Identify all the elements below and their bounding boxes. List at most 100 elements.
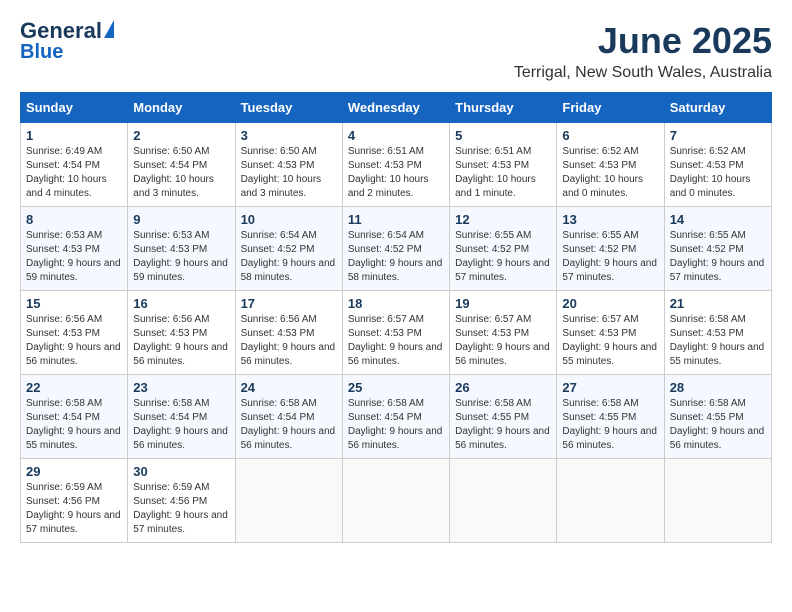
calendar-day-cell: 5 Sunrise: 6:51 AMSunset: 4:53 PMDaylight… xyxy=(450,123,557,207)
header-thursday: Thursday xyxy=(450,93,557,123)
calendar-day-cell: 2 Sunrise: 6:50 AMSunset: 4:54 PMDaylight… xyxy=(128,123,235,207)
calendar-day-cell: 25 Sunrise: 6:58 AMSunset: 4:54 PMDayligh… xyxy=(342,375,449,459)
day-number: 3 xyxy=(241,128,337,143)
day-info: Sunrise: 6:57 AMSunset: 4:53 PMDaylight:… xyxy=(348,313,444,369)
day-info: Sunrise: 6:53 AMSunset: 4:53 PMDaylight:… xyxy=(26,229,122,285)
day-info: Sunrise: 6:58 AMSunset: 4:54 PMDaylight:… xyxy=(241,397,337,453)
day-number: 19 xyxy=(455,296,551,311)
day-number: 21 xyxy=(670,296,766,311)
day-info: Sunrise: 6:59 AMSunset: 4:56 PMDaylight:… xyxy=(26,481,122,537)
day-number: 13 xyxy=(562,212,658,227)
logo-text: General xyxy=(20,20,114,42)
location-title: Terrigal, New South Wales, Australia xyxy=(514,64,772,82)
calendar-day-cell: 23 Sunrise: 6:58 AMSunset: 4:54 PMDayligh… xyxy=(128,375,235,459)
day-number: 23 xyxy=(133,380,229,395)
day-number: 26 xyxy=(455,380,551,395)
day-number: 15 xyxy=(26,296,122,311)
day-number: 4 xyxy=(348,128,444,143)
calendar-day-cell: 15Sunrise: 6:56 AMSunset: 4:53 PMDayligh… xyxy=(21,291,128,375)
day-info: Sunrise: 6:58 AMSunset: 4:55 PMDaylight:… xyxy=(562,397,658,453)
day-number: 22 xyxy=(26,380,122,395)
calendar-day-cell: 27 Sunrise: 6:58 AMSunset: 4:55 PMDayligh… xyxy=(557,375,664,459)
day-number: 18 xyxy=(348,296,444,311)
day-number: 27 xyxy=(562,380,658,395)
day-number: 29 xyxy=(26,464,122,479)
day-info: Sunrise: 6:58 AMSunset: 4:54 PMDaylight:… xyxy=(348,397,444,453)
day-info: Sunrise: 6:58 AMSunset: 4:55 PMDaylight:… xyxy=(670,397,766,453)
day-info: Sunrise: 6:55 AMSunset: 4:52 PMDaylight:… xyxy=(562,229,658,285)
title-area: June 2025 Terrigal, New South Wales, Aus… xyxy=(514,20,772,82)
calendar-day-cell: 6 Sunrise: 6:52 AMSunset: 4:53 PMDaylight… xyxy=(557,123,664,207)
calendar-day-cell: 4 Sunrise: 6:51 AMSunset: 4:53 PMDaylight… xyxy=(342,123,449,207)
day-number: 2 xyxy=(133,128,229,143)
day-number: 5 xyxy=(455,128,551,143)
calendar-day-cell xyxy=(342,459,449,543)
day-info: Sunrise: 6:54 AMSunset: 4:52 PMDaylight:… xyxy=(241,229,337,285)
day-number: 7 xyxy=(670,128,766,143)
day-number: 1 xyxy=(26,128,122,143)
calendar-day-cell: 16 Sunrise: 6:56 AMSunset: 4:53 PMDayligh… xyxy=(128,291,235,375)
day-info: Sunrise: 6:52 AMSunset: 4:53 PMDaylight:… xyxy=(562,145,658,201)
calendar-day-cell xyxy=(664,459,771,543)
day-number: 9 xyxy=(133,212,229,227)
calendar-table: Sunday Monday Tuesday Wednesday Thursday… xyxy=(20,92,772,543)
day-number: 6 xyxy=(562,128,658,143)
calendar-day-cell: 26 Sunrise: 6:58 AMSunset: 4:55 PMDayligh… xyxy=(450,375,557,459)
day-number: 8 xyxy=(26,212,122,227)
calendar-day-cell: 29 Sunrise: 6:59 AMSunset: 4:56 PMDayligh… xyxy=(21,459,128,543)
calendar-week-row: 15 Sunrise: 6:56 AMSunset: 4:53 PMDayligh… xyxy=(21,291,772,375)
calendar-day-cell xyxy=(450,459,557,543)
calendar-day-cell: 3Sunrise: 6:50 AMSunset: 4:53 PMDaylight… xyxy=(235,123,342,207)
calendar-day-cell: 19Sunrise: 6:57 AMSunset: 4:53 PMDayligh… xyxy=(450,291,557,375)
header-tuesday: Tuesday xyxy=(235,93,342,123)
header-saturday: Saturday xyxy=(664,93,771,123)
day-number: 17 xyxy=(241,296,337,311)
calendar-day-cell: 13 Sunrise: 6:55 AMSunset: 4:52 PMDayligh… xyxy=(557,207,664,291)
day-info: Sunrise: 6:50 AMSunset: 4:54 PMDaylight:… xyxy=(133,145,229,201)
calendar-week-row: 29 Sunrise: 6:59 AMSunset: 4:56 PMDayligh… xyxy=(21,459,772,543)
calendar-body: 1Sunrise: 6:49 AMSunset: 4:54 PMDaylight… xyxy=(21,123,772,543)
day-info: Sunrise: 6:54 AMSunset: 4:52 PMDaylight:… xyxy=(348,229,444,285)
day-info: Sunrise: 6:59 AMSunset: 4:56 PMDaylight:… xyxy=(133,481,229,537)
calendar-day-cell: 10Sunrise: 6:54 AMSunset: 4:52 PMDayligh… xyxy=(235,207,342,291)
calendar-day-cell xyxy=(235,459,342,543)
day-number: 24 xyxy=(241,380,337,395)
day-number: 14 xyxy=(670,212,766,227)
day-info: Sunrise: 6:57 AMSunset: 4:53 PMDaylight:… xyxy=(562,313,658,369)
calendar-day-cell: 14 Sunrise: 6:55 AMSunset: 4:52 PMDayligh… xyxy=(664,207,771,291)
calendar-day-cell: 20 Sunrise: 6:57 AMSunset: 4:53 PMDayligh… xyxy=(557,291,664,375)
day-info: Sunrise: 6:51 AMSunset: 4:53 PMDaylight:… xyxy=(455,145,551,201)
calendar-week-row: 1Sunrise: 6:49 AMSunset: 4:54 PMDaylight… xyxy=(21,123,772,207)
day-info: Sunrise: 6:55 AMSunset: 4:52 PMDaylight:… xyxy=(670,229,766,285)
calendar-week-row: 22 Sunrise: 6:58 AMSunset: 4:54 PMDayligh… xyxy=(21,375,772,459)
header: General Blue June 2025 Terrigal, New Sou… xyxy=(20,20,772,82)
calendar-day-cell: 7 Sunrise: 6:52 AMSunset: 4:53 PMDaylight… xyxy=(664,123,771,207)
weekday-row: Sunday Monday Tuesday Wednesday Thursday… xyxy=(21,93,772,123)
day-info: Sunrise: 6:51 AMSunset: 4:53 PMDaylight:… xyxy=(348,145,444,201)
calendar-day-cell: 21 Sunrise: 6:58 AMSunset: 4:53 PMDayligh… xyxy=(664,291,771,375)
calendar-week-row: 8 Sunrise: 6:53 AMSunset: 4:53 PMDaylight… xyxy=(21,207,772,291)
header-sunday: Sunday xyxy=(21,93,128,123)
day-info: Sunrise: 6:58 AMSunset: 4:54 PMDaylight:… xyxy=(133,397,229,453)
day-info: Sunrise: 6:56 AMSunset: 4:53 PMDaylight:… xyxy=(133,313,229,369)
day-number: 25 xyxy=(348,380,444,395)
calendar-day-cell: 12Sunrise: 6:55 AMSunset: 4:52 PMDayligh… xyxy=(450,207,557,291)
day-number: 20 xyxy=(562,296,658,311)
day-info: Sunrise: 6:52 AMSunset: 4:53 PMDaylight:… xyxy=(670,145,766,201)
day-info: Sunrise: 6:53 AMSunset: 4:53 PMDaylight:… xyxy=(133,229,229,285)
calendar-header: Sunday Monday Tuesday Wednesday Thursday… xyxy=(21,93,772,123)
calendar-day-cell: 11Sunrise: 6:54 AMSunset: 4:52 PMDayligh… xyxy=(342,207,449,291)
logo: General Blue xyxy=(20,20,114,62)
header-monday: Monday xyxy=(128,93,235,123)
day-info: Sunrise: 6:58 AMSunset: 4:55 PMDaylight:… xyxy=(455,397,551,453)
day-info: Sunrise: 6:58 AMSunset: 4:53 PMDaylight:… xyxy=(670,313,766,369)
calendar-day-cell: 18 Sunrise: 6:57 AMSunset: 4:53 PMDayligh… xyxy=(342,291,449,375)
day-number: 28 xyxy=(670,380,766,395)
calendar-day-cell: 17Sunrise: 6:56 AMSunset: 4:53 PMDayligh… xyxy=(235,291,342,375)
day-number: 30 xyxy=(133,464,229,479)
day-number: 16 xyxy=(133,296,229,311)
header-friday: Friday xyxy=(557,93,664,123)
calendar-day-cell: 28 Sunrise: 6:58 AMSunset: 4:55 PMDayligh… xyxy=(664,375,771,459)
day-info: Sunrise: 6:55 AMSunset: 4:52 PMDaylight:… xyxy=(455,229,551,285)
calendar-day-cell: 1Sunrise: 6:49 AMSunset: 4:54 PMDaylight… xyxy=(21,123,128,207)
